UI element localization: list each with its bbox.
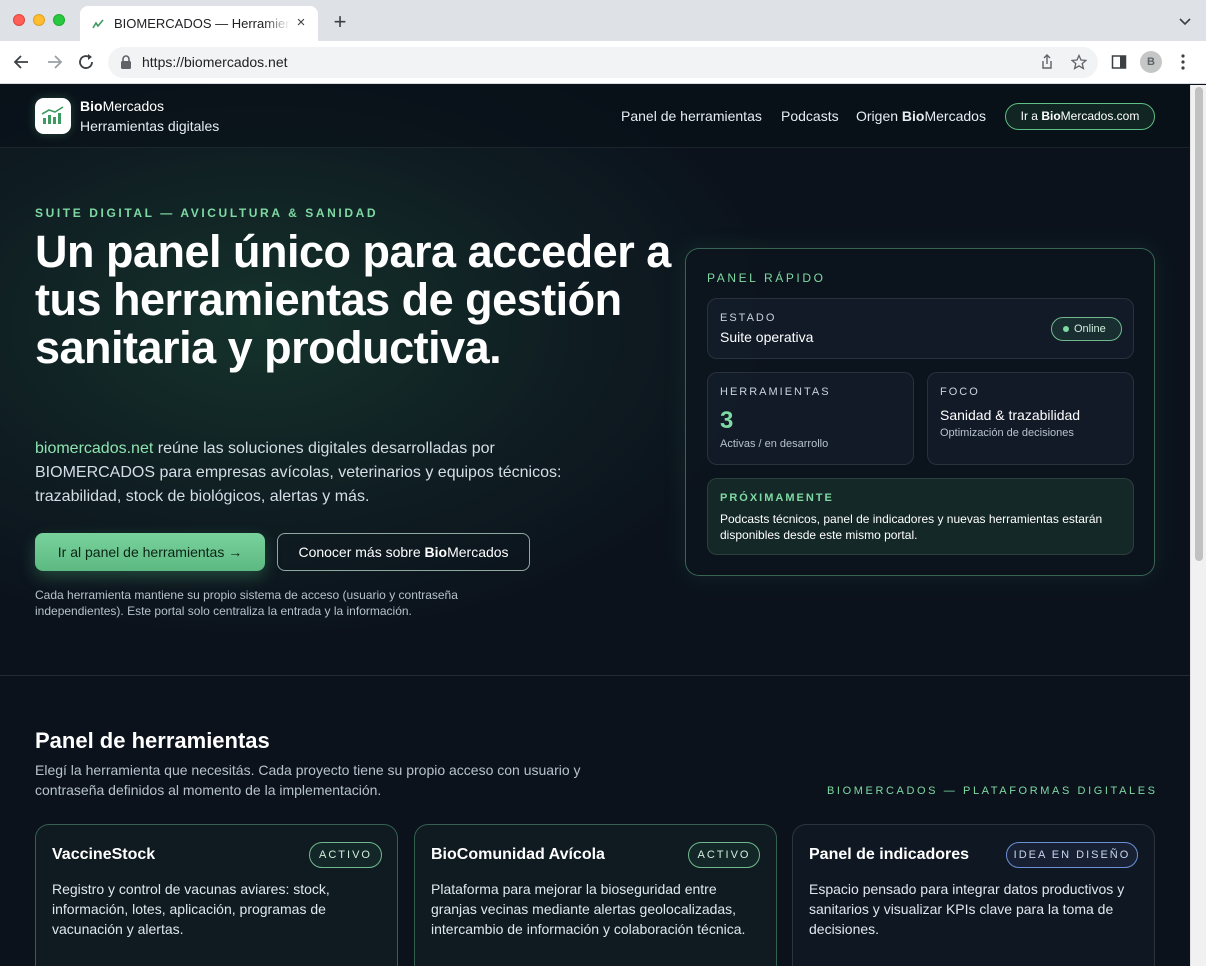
tools-key: HERRAMIENTAS (720, 386, 831, 398)
address-bar[interactable]: https://biomercados.net (108, 47, 1098, 78)
nav-link-tools[interactable]: Panel de herramientas (621, 108, 762, 124)
focus-card: FOCO Sanidad & trazabilidad Optimización… (927, 372, 1134, 465)
tool-card-title: VaccineStock (52, 846, 156, 863)
star-icon[interactable] (1071, 54, 1087, 70)
favicon-icon (92, 19, 104, 29)
close-window-button[interactable] (13, 14, 25, 26)
page-scrollbar[interactable] (1190, 85, 1206, 966)
coming-soon-key: PRÓXIMAMENTE (720, 492, 834, 504)
go-to-biomercados-com-button[interactable]: Ir a BioMercados.com (1005, 103, 1155, 130)
focus-key: FOCO (940, 386, 980, 398)
new-tab-button[interactable]: + (330, 11, 350, 33)
brand-subtitle: Herramientas digitales (80, 118, 220, 134)
tab-close-icon[interactable]: × (292, 14, 310, 32)
section-divider (0, 675, 1190, 676)
tool-card-description: Plataforma para mejorar la bioseguridad … (431, 881, 746, 937)
tool-card-indicadores[interactable]: Panel de indicadores IDEA EN DISEÑO Espa… (792, 824, 1155, 966)
focus-sub: Optimización de decisiones (940, 427, 1074, 439)
quick-panel: PANEL RÁPIDO ESTADO Suite operativa Onli… (685, 248, 1155, 576)
back-arrow-icon[interactable] (12, 52, 32, 72)
learn-more-button[interactable]: Conocer más sobre BioMercados (277, 533, 530, 571)
tools-section-tag: BIOMERCADOS — PLATAFORMAS DIGITALES (827, 785, 1158, 797)
browser-toolbar: https://biomercados.net B (0, 41, 1206, 84)
side-panel-icon[interactable] (1111, 54, 1127, 70)
online-dot-icon (1063, 326, 1069, 332)
chevron-down-icon[interactable] (1178, 14, 1192, 28)
go-to-tools-panel-button[interactable]: Ir al panel de herramientas → (35, 533, 265, 571)
status-value: Suite operativa (720, 329, 814, 345)
tools-section-description: Elegí la herramienta que necesitás. Cada… (35, 762, 581, 798)
brand-name[interactable]: BioMercados (80, 98, 164, 114)
hero-eyebrow: SUITE DIGITAL — AVICULTURA & SANIDAD (35, 206, 379, 220)
browser-tab-active[interactable]: BIOMERCADOS — Herramientas digitales × (80, 6, 318, 41)
profile-avatar[interactable]: B (1140, 51, 1162, 73)
tools-count: 3 (720, 407, 734, 434)
hero-access-note: Cada herramienta mantiene su propio sist… (35, 588, 458, 618)
tools-count-card: HERRAMIENTAS 3 Activas / en desarrollo (707, 372, 914, 465)
hero-title: Un panel único para acceder a tus herram… (35, 226, 671, 373)
browser-tab-bar: BIOMERCADOS — Herramientas digitales × + (0, 0, 1206, 41)
nav-link-podcasts[interactable]: Podcasts (781, 108, 839, 124)
tools-section-title: Panel de herramientas (35, 728, 270, 753)
reload-icon[interactable] (76, 52, 96, 72)
focus-value: Sanidad & trazabilidad (940, 407, 1081, 423)
coming-soon-card: PRÓXIMAMENTE Podcasts técnicos, panel de… (707, 478, 1134, 555)
tool-card-title: Panel de indicadores (809, 846, 970, 863)
tab-title: BIOMERCADOS — Herramientas digitales (114, 16, 290, 31)
page-viewport: BioMercados Herramientas digitales Panel… (0, 85, 1190, 966)
status-badge: ACTIVO (309, 842, 382, 868)
brand-logo[interactable] (35, 98, 71, 134)
site-header: BioMercados Herramientas digitales Panel… (0, 85, 1190, 148)
more-options-icon[interactable] (1176, 53, 1190, 71)
tools-sub: Activas / en desarrollo (720, 438, 829, 450)
share-icon[interactable] (1039, 54, 1055, 70)
status-badge: Online (1051, 317, 1122, 341)
coming-soon-text: Podcasts técnicos, panel de indicadores … (720, 512, 1103, 542)
tool-card-vaccinestock[interactable]: VaccineStock ACTIVO Registro y control d… (35, 824, 398, 966)
tool-card-description: Espacio pensado para integrar datos prod… (809, 881, 1125, 937)
quick-panel-label: PANEL RÁPIDO (707, 271, 826, 285)
tool-card-description: Registro y control de vacunas aviares: s… (52, 881, 330, 937)
lock-icon (121, 55, 131, 69)
status-badge: ACTIVO (688, 842, 760, 868)
forward-arrow-icon[interactable] (44, 52, 64, 72)
minimize-window-button[interactable] (33, 14, 45, 26)
url-text: https://biomercados.net (142, 54, 288, 70)
tool-card-biocomunidad[interactable]: BioComunidad Avícola ACTIVO Plataforma p… (414, 824, 777, 966)
status-badge: IDEA EN DISEÑO (1006, 842, 1138, 868)
nav-link-origin[interactable]: Origen BioMercados (856, 108, 986, 124)
site-domain-highlight: biomercados.net (35, 440, 154, 457)
hero-description: biomercados.net reúne las soluciones dig… (35, 440, 562, 505)
scrollbar-thumb[interactable] (1195, 87, 1203, 561)
maximize-window-button[interactable] (53, 14, 65, 26)
chart-logo-icon (41, 106, 64, 124)
status-key: ESTADO (720, 312, 777, 324)
tool-card-title: BioComunidad Avícola (431, 846, 605, 863)
status-card: ESTADO Suite operativa Online (707, 298, 1134, 359)
